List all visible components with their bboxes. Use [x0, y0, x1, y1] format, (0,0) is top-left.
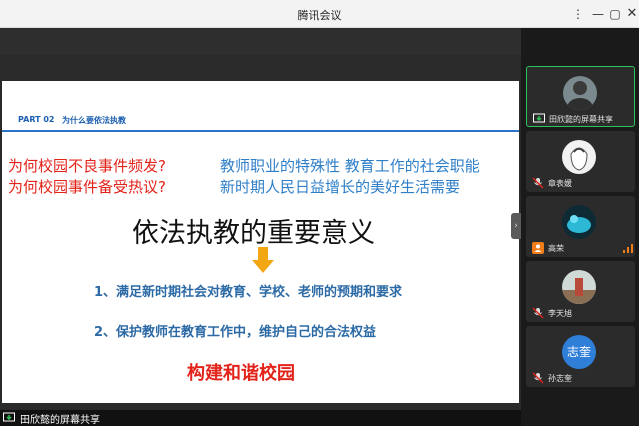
participant-tile[interactable]: 李天旭	[526, 261, 635, 322]
slide-header: PART 02 为什么要依法执教	[2, 102, 519, 132]
participant-tile[interactable]: 章表媛	[526, 131, 635, 192]
slide-question: 为何校园不良事件频发?	[8, 157, 166, 175]
microphone-muted-icon	[532, 177, 544, 189]
avatar	[563, 76, 597, 110]
window-title: 腾讯会议	[297, 9, 342, 22]
stage-top-bar	[0, 28, 521, 55]
presentation-slide: PART 02 为什么要依法执教 为何校园不良事件频发? 为何校园事件备受热议?…	[2, 81, 519, 403]
minimize-icon[interactable]: —	[590, 6, 606, 22]
collapse-sidebar-button[interactable]: ›	[511, 213, 521, 239]
screen-share-icon	[533, 113, 545, 123]
avatar	[562, 270, 596, 304]
screen-share-bar: 田欣懿的屏幕共享	[0, 410, 521, 426]
slide-part-title: 为什么要依法执教	[62, 116, 126, 125]
down-arrow-icon	[252, 247, 274, 273]
title-bar: 腾讯会议 ⋮ — ▢ ✕	[0, 0, 639, 28]
more-icon[interactable]: ⋮	[570, 6, 586, 22]
slide-question: 为何校园事件备受热议?	[8, 178, 166, 196]
avatar: 志奎	[562, 335, 596, 369]
slide-part-label: PART 02	[18, 115, 55, 124]
avatar	[562, 140, 596, 174]
screen-share-icon	[3, 412, 15, 422]
slide-reason: 新时期人民日益增长的美好生活需要	[220, 178, 461, 196]
participant-name: 李天旭	[548, 309, 572, 318]
microphone-muted-icon	[532, 372, 544, 384]
participants-panel: 田欣懿的屏幕共享 章表媛 高荣 李天旭 志奎 孙志奎	[521, 28, 639, 426]
signal-icon	[623, 244, 633, 253]
participant-name: 高荣	[548, 244, 564, 253]
participant-tile[interactable]: 田欣懿的屏幕共享	[526, 66, 635, 127]
slide-slogan: 构建和谐校园	[187, 363, 295, 384]
close-icon[interactable]: ✕	[624, 6, 639, 22]
participant-name: 田欣懿的屏幕共享	[549, 115, 613, 124]
participant-tile[interactable]: 志奎 孙志奎	[526, 326, 635, 387]
slide-reason: 教师职业的特殊性 教育工作的社会职能	[220, 157, 480, 175]
slide-point: 1、满足新时期社会对教育、学校、老师的预期和要求	[94, 285, 403, 300]
participant-name: 孙志奎	[548, 374, 572, 383]
screen-share-label: 田欣懿的屏幕共享	[20, 415, 100, 426]
participant-name: 章表媛	[548, 179, 572, 188]
maximize-icon[interactable]: ▢	[607, 6, 623, 22]
microphone-muted-icon	[532, 307, 544, 319]
slide-main-title: 依法执教的重要意义	[132, 218, 375, 249]
meeting-window: 腾讯会议 ⋮ — ▢ ✕ PART 02 为什么要依法执教 为何校园不良事件频发…	[0, 0, 639, 426]
avatar-initials: 志奎	[562, 335, 596, 369]
participant-tile[interactable]: 高荣	[526, 196, 635, 257]
shared-screen-stage: PART 02 为什么要依法执教 为何校园不良事件频发? 为何校园事件备受热议?…	[0, 28, 521, 410]
slide-point: 2、保护教师在教育工作中，维护自己的合法权益	[94, 325, 377, 340]
host-icon	[532, 242, 544, 254]
avatar	[562, 205, 596, 239]
